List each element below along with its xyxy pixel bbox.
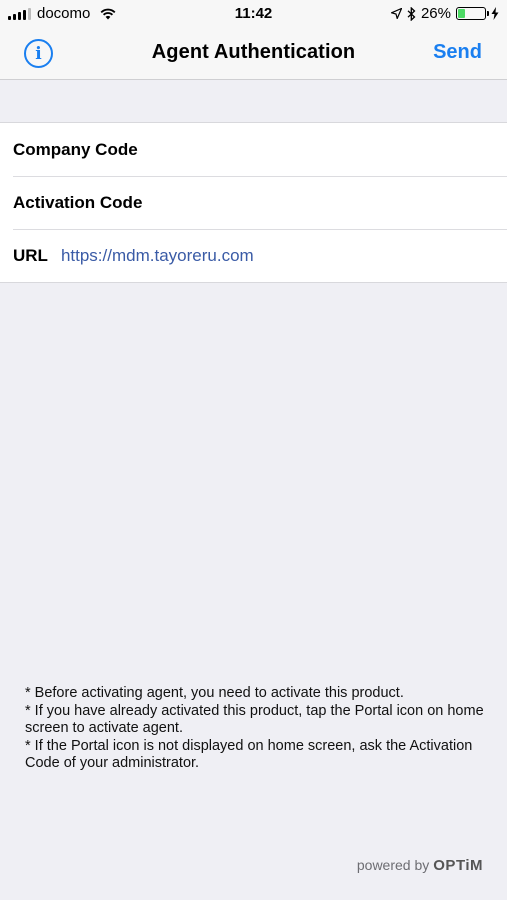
bluetooth-icon xyxy=(407,6,416,21)
url-row[interactable]: URL https://mdm.tayoreru.com xyxy=(0,229,507,282)
instructions-text: * Before activating agent, you need to a… xyxy=(25,685,495,773)
company-code-field[interactable] xyxy=(150,129,507,170)
company-code-label: Company Code xyxy=(13,139,138,159)
battery-percent: 26% xyxy=(420,5,451,22)
powered-by: powered by OPTiM xyxy=(357,857,483,874)
battery-icon xyxy=(456,7,489,20)
activation-code-field[interactable] xyxy=(155,182,507,223)
location-arrow-icon xyxy=(390,8,402,19)
activation-code-label: Activation Code xyxy=(13,192,143,212)
send-button[interactable]: Send xyxy=(433,41,482,64)
status-bar: docomo 11:42 26% xyxy=(0,0,507,28)
charging-bolt-icon xyxy=(491,7,499,20)
optim-logo: OPTiM xyxy=(433,857,483,874)
note-line: * Before activating agent, you need to a… xyxy=(25,685,404,701)
url-field[interactable]: https://mdm.tayoreru.com xyxy=(61,246,254,266)
note-line: * If the Portal icon is not displayed on… xyxy=(25,737,473,772)
battery-fill xyxy=(458,9,465,18)
powered-by-label: powered by xyxy=(356,857,430,873)
page-title: Agent Authentication xyxy=(151,41,356,63)
navigation-bar: i Agent Authentication Send xyxy=(0,28,507,80)
url-label: URL xyxy=(13,245,48,265)
status-right: 26% xyxy=(390,5,499,22)
authentication-form: Company Code Activation Code URL https:/… xyxy=(0,122,507,283)
note-line: * If you have already activated this pro… xyxy=(25,702,484,737)
activation-code-row[interactable]: Activation Code xyxy=(0,176,507,229)
company-code-row[interactable]: Company Code xyxy=(0,123,507,176)
